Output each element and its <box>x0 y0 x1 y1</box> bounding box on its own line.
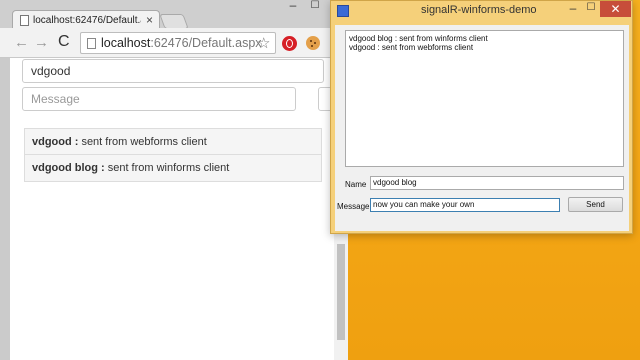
app-icon <box>337 5 349 17</box>
winforms-client-area: vdgood blog : sent from winforms client … <box>335 25 629 231</box>
winforms-close-button[interactable]: ✕ <box>600 1 631 17</box>
web-page: vdgood Message vdgood : sent from webfor… <box>10 58 334 360</box>
winforms-minimize-button[interactable]: – <box>564 1 582 15</box>
message-text: sent from winforms client <box>107 162 230 174</box>
log-line: vdgood : sent from webforms client <box>349 43 474 52</box>
message-text: sent from webforms client <box>81 135 207 148</box>
browser-tabbar: localhost:62476/Default.as × – ☐ <box>0 0 334 30</box>
url-host: localhost <box>101 36 151 50</box>
cookie-extension-icon[interactable] <box>306 36 320 50</box>
list-item: vdgood : sent from webforms client <box>24 128 322 155</box>
list-item: vdgood blog : sent from winforms client <box>24 155 322 182</box>
tab-close-icon[interactable]: × <box>146 13 153 27</box>
reload-icon[interactable]: C <box>58 33 70 51</box>
opera-extension-icon[interactable] <box>282 36 297 51</box>
send-button[interactable]: Send <box>568 197 623 212</box>
name-textbox[interactable]: vdgood blog <box>370 176 624 190</box>
browser-window: localhost:62476/Default.as × – ☐ ← → C l… <box>0 0 348 360</box>
message-user: vdgood : <box>32 135 79 148</box>
address-bar[interactable]: localhost:62476/Default.aspx <box>80 32 276 54</box>
message-input[interactable]: Message <box>22 87 296 111</box>
forward-arrow-icon[interactable]: → <box>34 34 49 51</box>
back-arrow-icon[interactable]: ← <box>14 34 29 51</box>
tab-title: localhost:62476/Default.as <box>33 15 141 26</box>
browser-tab[interactable]: localhost:62476/Default.as × <box>12 10 160 30</box>
new-tab-button[interactable] <box>159 14 189 29</box>
browser-maximize-button[interactable]: ☐ <box>304 0 326 16</box>
winforms-titlebar[interactable]: signalR-winforms-demo – ☐ ✕ <box>331 1 632 21</box>
page-icon <box>20 15 29 26</box>
browser-minimize-button[interactable]: – <box>282 0 304 14</box>
winforms-window: signalR-winforms-demo – ☐ ✕ vdgood blog … <box>330 0 633 234</box>
name-label: Name <box>345 180 367 189</box>
name-input[interactable]: vdgood <box>22 59 324 83</box>
log-line: vdgood blog : sent from winforms client <box>349 34 488 43</box>
bookmark-star-icon[interactable]: ☆ <box>257 34 270 52</box>
message-label: Message <box>337 202 370 211</box>
page-info-icon[interactable] <box>87 38 96 49</box>
message-textbox[interactable]: now you can make your own <box>370 198 560 212</box>
message-user: vdgood blog : <box>32 162 105 174</box>
url-path: :62476/Default.aspx <box>150 36 262 50</box>
message-list: vdgood : sent from webforms client vdgoo… <box>24 128 322 182</box>
message-log-listbox[interactable]: vdgood blog : sent from winforms client … <box>345 30 624 167</box>
browser-toolbar: ← → C localhost:62476/Default.aspx ☆ <box>0 28 334 58</box>
window-title: signalR-winforms-demo <box>421 4 537 16</box>
winforms-maximize-button[interactable]: ☐ <box>583 2 599 13</box>
scrollbar-thumb[interactable] <box>337 244 345 340</box>
